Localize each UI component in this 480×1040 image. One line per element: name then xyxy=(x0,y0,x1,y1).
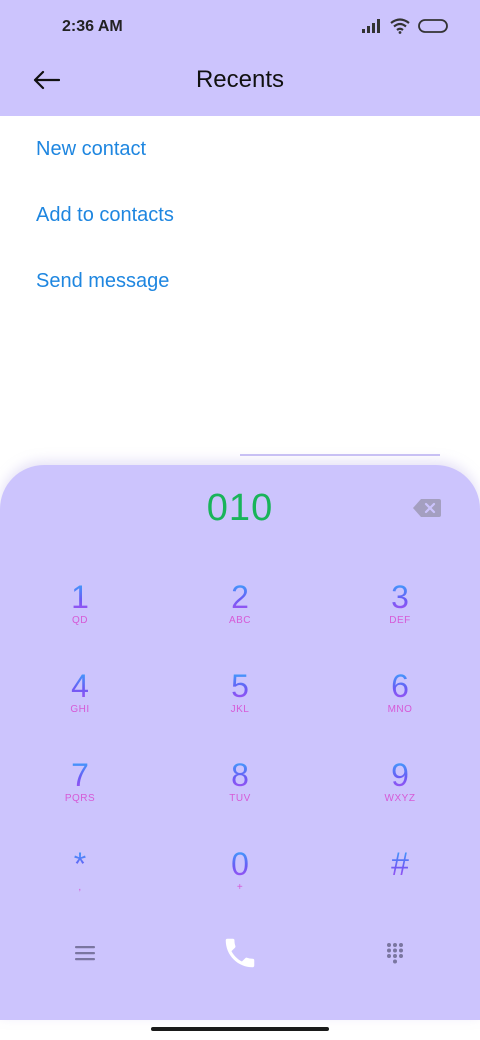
key-hash[interactable]: # xyxy=(320,842,480,931)
dialed-number: 010 xyxy=(206,487,274,529)
home-indicator[interactable] xyxy=(151,1027,329,1031)
key-digit: 0 xyxy=(231,842,249,886)
key-letters: JKL xyxy=(230,704,250,715)
key-letters: TUV xyxy=(229,793,251,804)
status-time: 2:36 AM xyxy=(62,18,123,35)
key-letters: QD xyxy=(72,615,88,626)
key-digit: 7 xyxy=(71,753,89,797)
key-digit: 1 xyxy=(71,575,89,619)
key-0[interactable]: 0 + xyxy=(160,842,320,931)
key-digit: 6 xyxy=(391,664,409,708)
key-6[interactable]: 6 MNO xyxy=(320,664,480,753)
key-digit: 8 xyxy=(231,753,249,797)
key-letters: , xyxy=(78,882,82,893)
key-letters: DEF xyxy=(389,615,411,626)
key-digit: * xyxy=(74,842,86,886)
key-letters: ABC xyxy=(228,615,252,626)
key-3[interactable]: 3 DEF xyxy=(320,575,480,664)
keypad-grid: 1 QD 2 ABC 3 DEF 4 GHI 5 JKL 6 MNO 7 PQR… xyxy=(0,575,480,931)
key-digit: 5 xyxy=(231,664,249,708)
divider xyxy=(240,454,440,456)
key-star[interactable]: * , xyxy=(0,842,160,931)
backspace-icon xyxy=(412,499,442,523)
key-digit: 2 xyxy=(231,575,249,619)
add-to-contacts-link[interactable]: Add to contacts xyxy=(0,182,480,248)
dialpad-bottom-bar xyxy=(0,935,480,975)
dialpad-panel: 010 1 QD 2 ABC 3 DEF 4 GHI 5 JKL 6 MNO 7… xyxy=(0,465,480,1020)
battery-icon xyxy=(418,18,450,39)
key-letters: MNO xyxy=(387,704,413,715)
status-bar: 2:36 AM xyxy=(0,0,480,56)
wifi-icon xyxy=(390,18,410,39)
new-contact-link[interactable]: New contact xyxy=(0,116,480,182)
dialpad-grid-icon xyxy=(386,942,404,969)
key-digit: 4 xyxy=(71,664,89,708)
phone-call-icon xyxy=(221,934,259,977)
key-7[interactable]: 7 PQRS xyxy=(0,753,160,842)
key-letters: WXYZ xyxy=(384,793,416,804)
menu-icon xyxy=(75,945,95,966)
key-digit: 3 xyxy=(391,575,409,619)
key-5[interactable]: 5 JKL xyxy=(160,664,320,753)
backspace-button[interactable] xyxy=(412,497,442,519)
key-letters: GHI xyxy=(70,704,90,715)
options-list: New contact Add to contacts Send message xyxy=(0,116,480,314)
key-digit: 9 xyxy=(391,753,409,797)
app-bar: Recents xyxy=(0,56,480,116)
key-8[interactable]: 8 TUV xyxy=(160,753,320,842)
menu-button[interactable] xyxy=(55,935,115,975)
send-message-link[interactable]: Send message xyxy=(0,248,480,314)
key-4[interactable]: 4 GHI xyxy=(0,664,160,753)
status-icons xyxy=(362,18,450,39)
key-letters: PQRS xyxy=(64,793,96,804)
keypad-toggle-button[interactable] xyxy=(365,935,425,975)
page-title: Recents xyxy=(195,66,285,93)
key-1[interactable]: 1 QD xyxy=(0,575,160,664)
key-9[interactable]: 9 WXYZ xyxy=(320,753,480,842)
key-letters: + xyxy=(236,882,244,893)
call-button[interactable] xyxy=(210,935,270,975)
key-2[interactable]: 2 ABC xyxy=(160,575,320,664)
signal-icon xyxy=(362,19,382,38)
key-digit: # xyxy=(391,842,409,886)
